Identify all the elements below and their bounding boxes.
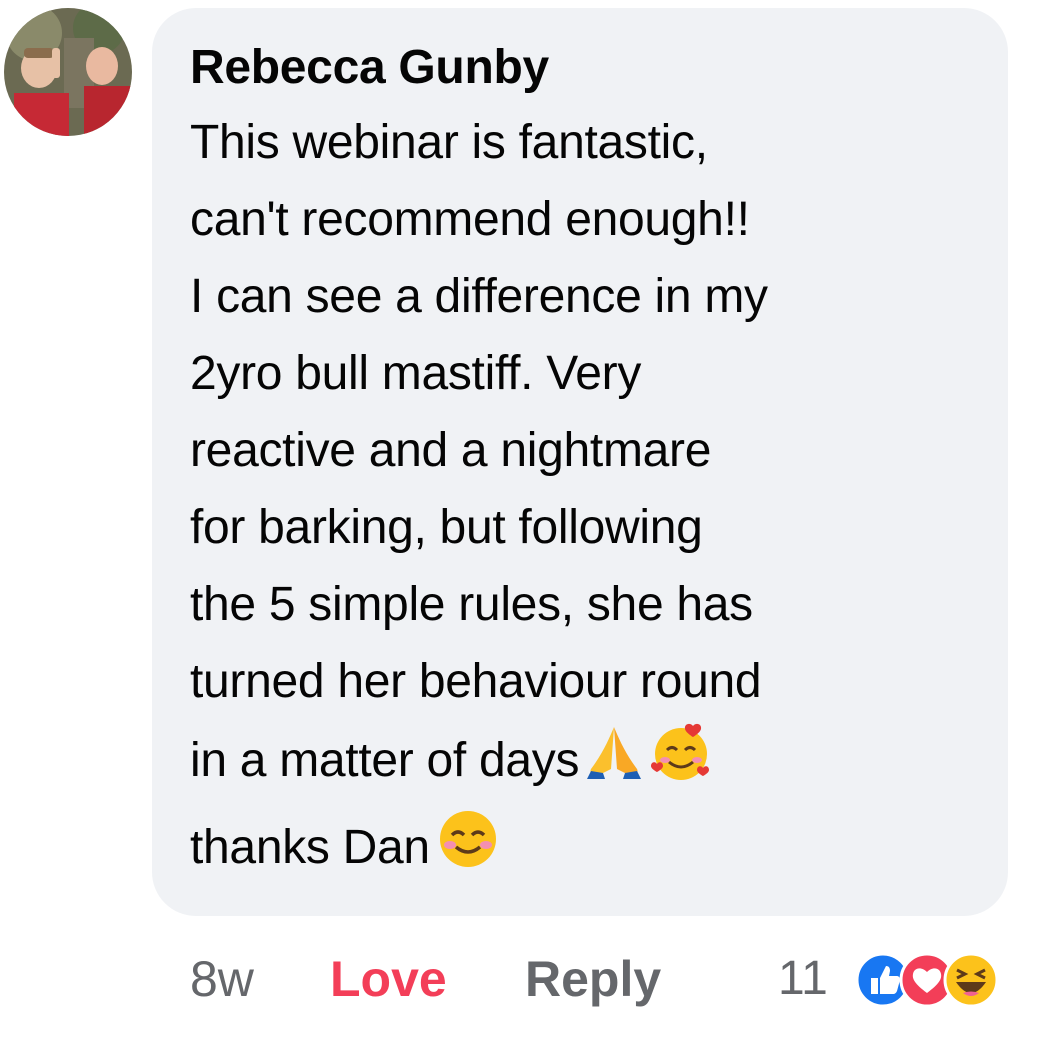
comment-line: the 5 simple rules, she has xyxy=(190,578,753,631)
author-name[interactable]: Rebecca Gunby xyxy=(190,38,1008,98)
comment-line: reactive and a nightmare xyxy=(190,424,712,477)
reply-button[interactable]: Reply xyxy=(525,944,661,1014)
comment-actions: 8w Love Reply 11 xyxy=(190,940,1010,1020)
comment-line: thanks Dan xyxy=(190,821,430,875)
comment-bubble: Rebecca Gunby This webinar is fantastic,… xyxy=(152,8,1008,916)
haha-icon xyxy=(943,952,999,1008)
comment-line-with-emoji: in a matter of days xyxy=(190,720,1008,807)
timestamp[interactable]: 8w xyxy=(190,944,254,1014)
comment-line: in a matter of days xyxy=(190,734,580,788)
comment-line: for barking, but following xyxy=(190,501,703,554)
comment-line: I can see a difference in my xyxy=(190,270,768,323)
avatar[interactable] xyxy=(4,8,132,136)
smiling-face-with-smiling-eyes-emoji-icon xyxy=(436,807,500,894)
profile-photo xyxy=(4,8,132,136)
folded-hands-emoji-icon xyxy=(585,723,643,804)
comment-line: turned her behaviour round xyxy=(190,655,762,708)
love-button[interactable]: Love xyxy=(330,944,447,1014)
comment-line-with-emoji: thanks Dan xyxy=(190,807,1008,894)
smiling-face-with-hearts-emoji-icon xyxy=(649,720,713,807)
comment-line: 2yro bull mastiff. Very xyxy=(190,347,642,400)
comment-line: This webinar is fantastic, xyxy=(190,116,708,169)
reaction-icons[interactable] xyxy=(855,952,1015,1008)
reaction-count[interactable]: 11 xyxy=(778,944,828,1014)
comment-line: can't recommend enough!! xyxy=(190,193,750,246)
